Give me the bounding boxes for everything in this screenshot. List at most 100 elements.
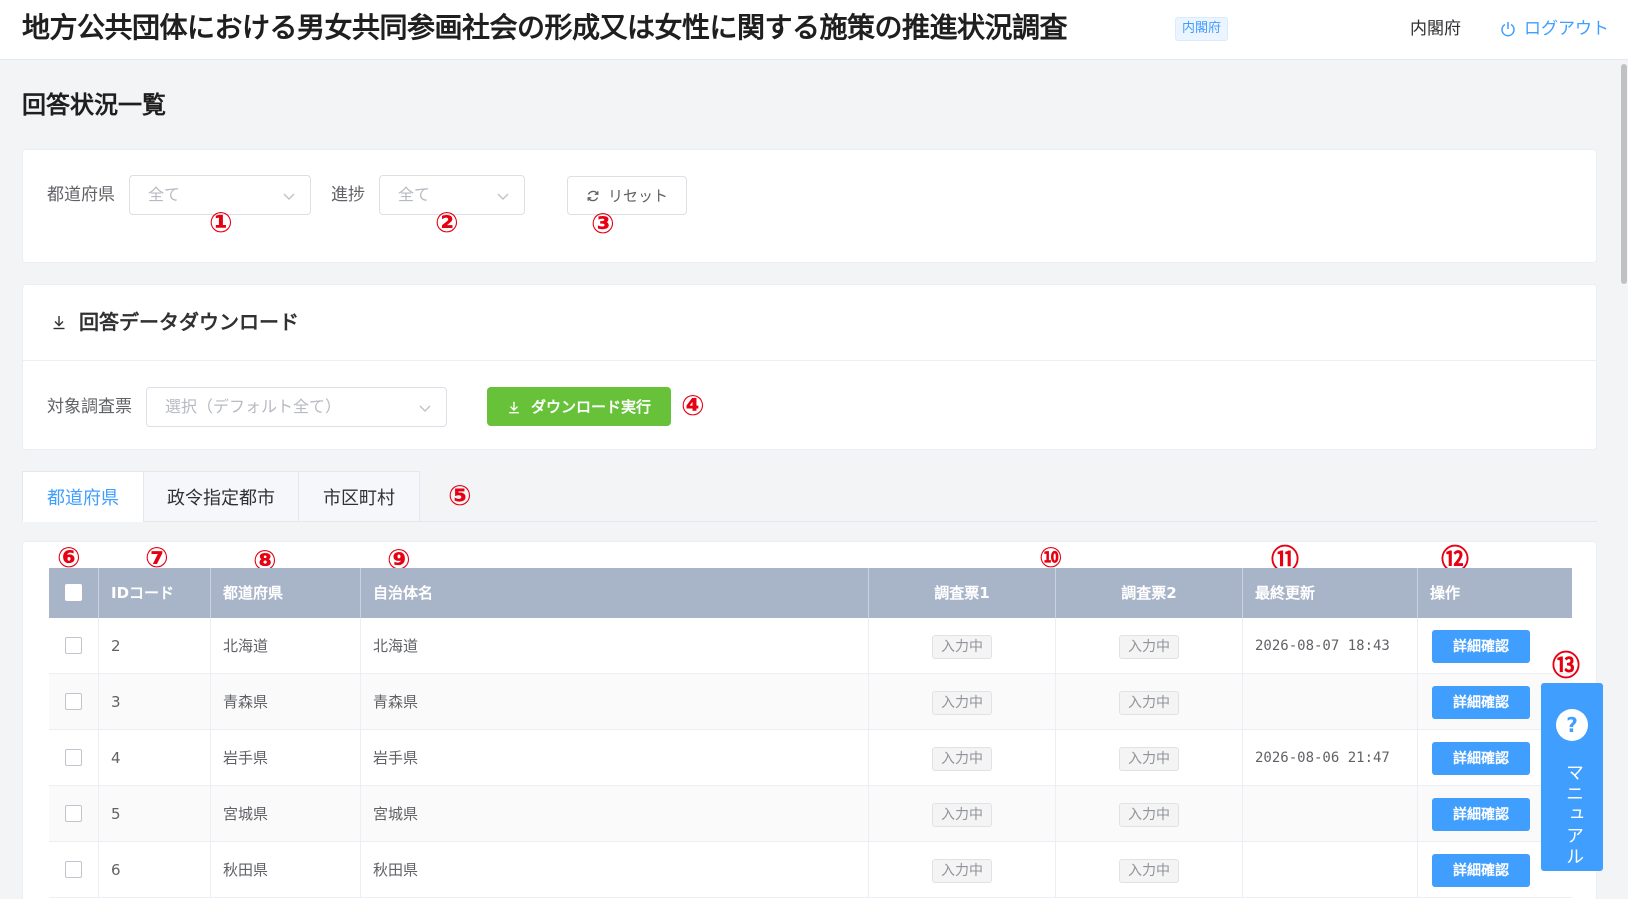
reset-label: リセット [607,187,668,205]
manual-button[interactable]: ? マニュアル [1541,683,1603,871]
annotation-marker-13: ⑬ [1552,649,1581,682]
filter-panel: 都道府県 全て 進捗 全て リセット ① ② ③ [22,149,1597,263]
target-survey-select[interactable]: 選択（デフォルト全て） [146,387,447,427]
cell-municipality: 宮城県 [361,786,869,842]
cell-prefecture: 岩手県 [211,730,361,786]
row-select-cell [49,786,99,842]
detail-button[interactable]: 詳細確認 [1432,630,1530,663]
download-icon [53,316,65,330]
header-last-updated[interactable]: 最終更新 [1243,568,1418,618]
refresh-icon [587,190,599,201]
cell-survey-2: 入力中 [1056,730,1243,786]
download-icon [509,401,519,413]
cell-municipality: 北海道 [361,618,869,674]
table-header: IDコード 都道府県 自治体名 調査票1 調査票2 最終更新 操作 [49,568,1572,618]
help-icon: ? [1556,709,1588,741]
header-prefecture[interactable]: 都道府県 [211,568,361,618]
logout-button[interactable]: ログアウト [1500,17,1609,41]
tab-designated-city[interactable]: 政令指定都市 [143,471,299,522]
row-select-cell [49,842,99,898]
annotation-marker-1: ① [209,206,233,239]
row-checkbox[interactable] [65,637,82,654]
table-row: 5 宮城県 宮城県 入力中 入力中 詳細確認 [49,786,1572,842]
chevron-down-icon [497,193,509,201]
cell-id-code: 4 [99,730,211,786]
cell-prefecture: 青森県 [211,674,361,730]
detail-button[interactable]: 詳細確認 [1432,798,1530,831]
header-survey-1[interactable]: 調査票1 [869,568,1056,618]
cell-last-updated [1243,842,1418,898]
cell-prefecture: 北海道 [211,618,361,674]
cell-municipality: 青森県 [361,674,869,730]
cell-survey-2: 入力中 [1056,786,1243,842]
cell-survey-2: 入力中 [1056,674,1243,730]
row-select-cell [49,730,99,786]
scrollbar-thumb[interactable] [1621,64,1627,284]
download-title-label: 回答データダウンロード [79,310,299,334]
table-row: 2 北海道 北海道 入力中 入力中 2026-08-07 18:43 詳細確認 [49,618,1572,674]
row-checkbox[interactable] [65,749,82,766]
page-title: 回答状況一覧 [22,91,166,119]
download-panel-header: 回答データダウンロード [23,285,1596,361]
table-row: 4 岩手県 岩手県 入力中 入力中 2026-08-06 21:47 詳細確認 [49,730,1572,786]
status-badge: 入力中 [1119,858,1179,883]
tab-prefecture[interactable]: 都道府県 [22,471,144,522]
detail-button[interactable]: 詳細確認 [1432,854,1530,887]
target-survey-label: 対象調査票 [47,397,132,417]
download-execute-button[interactable]: ダウンロード実行 [487,387,671,426]
app-header: 地方公共団体における男女共同参画社会の形成又は女性に関する施策の推進状況調査 内… [0,0,1628,60]
download-execute-label: ダウンロード実行 [530,398,651,416]
row-checkbox[interactable] [65,693,82,710]
header-municipality[interactable]: 自治体名 [361,568,869,618]
table-row: 3 青森県 青森県 入力中 入力中 詳細確認 [49,674,1572,730]
row-select-cell [49,674,99,730]
status-badge: 入力中 [1119,690,1179,715]
target-survey-placeholder: 選択（デフォルト全て） [165,397,342,416]
status-badge: 入力中 [1119,746,1179,771]
user-org: 内閣府 [1410,19,1461,39]
status-badge: 入力中 [1119,634,1179,659]
entity-type-tabs: 都道府県 政令指定都市 市区町村 ⑤ [22,471,1597,522]
power-icon [1501,22,1515,37]
progress-filter-label: 進捗 [331,185,365,205]
cell-survey-1: 入力中 [869,674,1056,730]
status-badge: 入力中 [932,690,992,715]
header-survey-2[interactable]: 調査票2 [1056,568,1243,618]
cell-last-updated [1243,674,1418,730]
status-badge: 入力中 [932,802,992,827]
download-panel: 回答データダウンロード 対象調査票 選択（デフォルト全て） ダウンロード実行 ④ [22,284,1597,450]
cell-municipality: 岩手県 [361,730,869,786]
row-checkbox[interactable] [65,861,82,878]
header-actions: 操作 [1430,584,1461,602]
cell-actions: 詳細確認 [1418,618,1572,674]
cell-last-updated: 2026-08-06 21:47 [1243,730,1418,786]
select-all-checkbox[interactable] [65,584,82,601]
status-badge: 入力中 [932,634,992,659]
cell-id-code: 6 [99,842,211,898]
chevron-down-icon [283,193,295,201]
annotation-marker-4: ④ [681,389,705,422]
row-select-cell [49,618,99,674]
cell-survey-1: 入力中 [869,786,1056,842]
header-id-code[interactable]: IDコード [99,568,211,618]
tab-municipality[interactable]: 市区町村 [298,471,420,522]
detail-button[interactable]: 詳細確認 [1432,742,1530,775]
status-badge: 入力中 [1119,802,1179,827]
cell-id-code: 3 [99,674,211,730]
annotation-marker-3: ③ [591,207,615,240]
logout-label: ログアウト [1524,19,1609,39]
cell-survey-1: 入力中 [869,618,1056,674]
detail-button[interactable]: 詳細確認 [1432,686,1530,719]
cell-survey-1: 入力中 [869,730,1056,786]
chevron-down-icon [419,405,431,413]
status-badge: 入力中 [932,858,992,883]
app-title: 地方公共団体における男女共同参画社会の形成又は女性に関する施策の推進状況調査 [22,11,1068,44]
cell-prefecture: 秋田県 [211,842,361,898]
cell-id-code: 2 [99,618,211,674]
prefecture-filter-label: 都道府県 [47,185,115,205]
prefecture-select-value: 全て [148,185,181,204]
row-checkbox[interactable] [65,805,82,822]
reset-button[interactable]: リセット [567,176,687,215]
manual-label: マニュアル [1563,763,1584,868]
org-badge: 内閣府 [1175,17,1229,41]
